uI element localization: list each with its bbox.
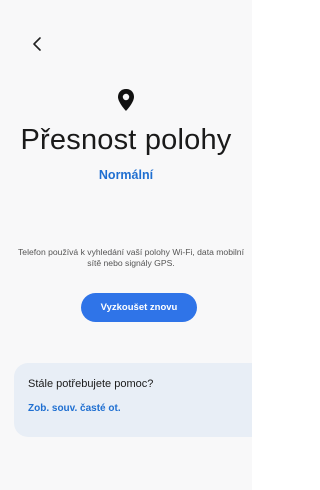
help-card: Stále potřebujete pomoc? Zob. souv. čast… [14,363,252,437]
back-button[interactable] [28,34,48,54]
location-pin-icon [116,88,136,112]
related-faq-link[interactable]: Zob. souv. časté ot. [28,403,121,414]
page-title: Přesnost polohy [20,124,232,156]
description-text: Telefon používá k vyhledání vaší polohy … [18,247,244,268]
chevron-left-icon [33,37,41,51]
accuracy-mode-label: Normální [98,168,154,182]
help-title: Stále potřebujete pomoc? [28,378,154,390]
retry-button[interactable]: Vyzkoušet znovu [81,293,197,322]
location-accuracy-screen: Přesnost polohy Normální Telefon používá… [0,0,252,490]
retry-button-label: Vyzkoušet znovu [100,302,178,313]
